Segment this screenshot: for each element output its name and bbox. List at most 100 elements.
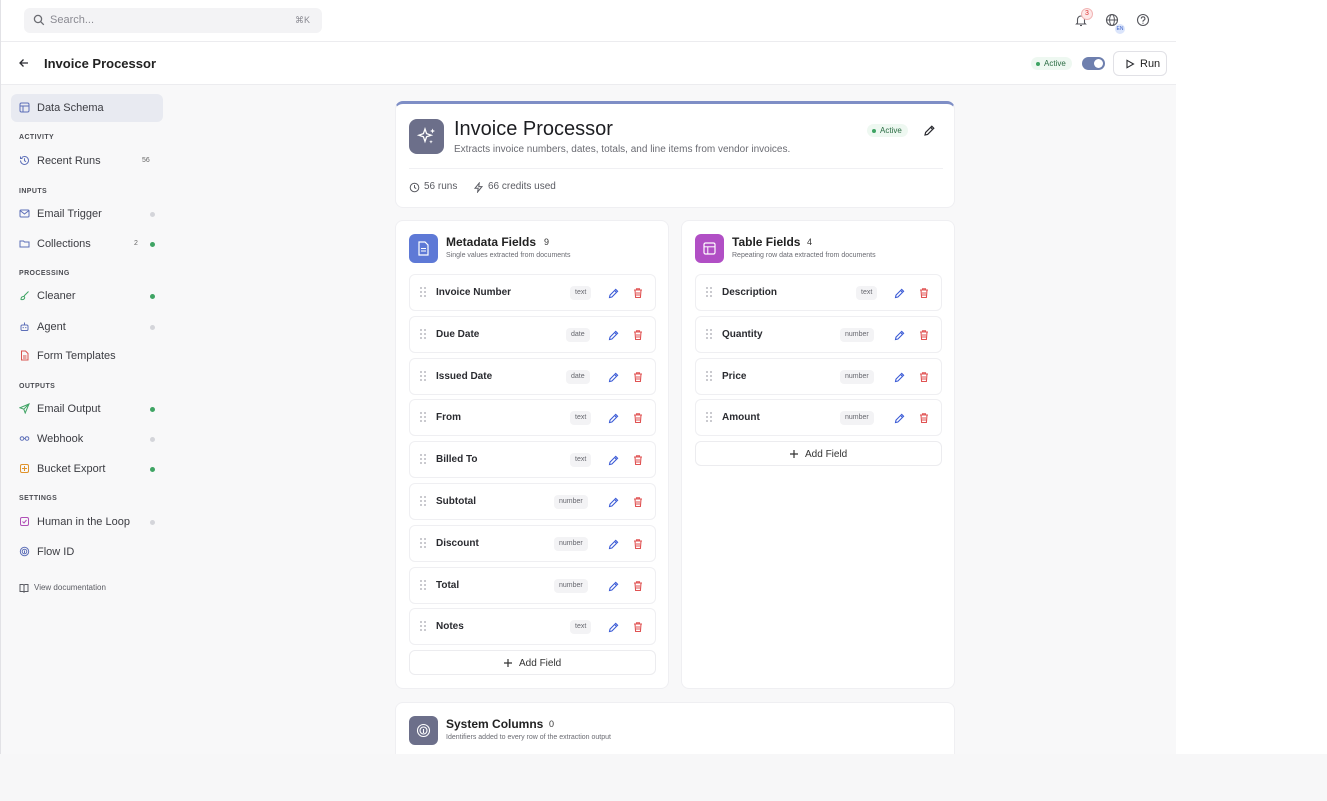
document-icon xyxy=(21,350,29,361)
sidebar-item-label: Cleaner xyxy=(37,290,76,302)
edit-pencil-icon[interactable] xyxy=(894,412,906,424)
sidebar-item-form-templates[interactable]: Form Templates xyxy=(11,342,163,370)
field-row[interactable]: Subtotal number xyxy=(409,483,656,520)
field-row[interactable]: Due Date date xyxy=(409,315,656,353)
trash-icon[interactable] xyxy=(918,287,930,299)
page-title: Invoice Processor xyxy=(44,56,156,71)
edit-pencil-icon[interactable] xyxy=(608,371,620,383)
trash-icon[interactable] xyxy=(632,538,644,550)
edit-pencil-icon[interactable] xyxy=(608,329,620,341)
sidebar-item-email-output[interactable]: Email Output xyxy=(11,395,163,423)
run-label: Run xyxy=(1140,58,1161,70)
sidebar-item-collections[interactable]: Collections 2 xyxy=(11,230,163,258)
drag-handle-icon[interactable] xyxy=(420,496,427,508)
field-row[interactable]: Invoice Number text xyxy=(409,274,656,311)
back-arrow-icon[interactable] xyxy=(18,57,30,69)
field-row[interactable]: From text xyxy=(409,399,656,437)
drag-handle-icon[interactable] xyxy=(420,454,427,466)
trash-icon[interactable] xyxy=(632,454,644,466)
add-field-label: Add Field xyxy=(519,658,562,669)
field-row[interactable]: Issued Date date xyxy=(409,357,656,395)
field-type-badge: number xyxy=(840,369,874,384)
play-icon xyxy=(1126,59,1135,69)
search-box[interactable]: Search... ⌘K xyxy=(24,8,322,33)
sidebar-item-cleaner[interactable]: Cleaner xyxy=(11,282,163,310)
drag-handle-icon[interactable] xyxy=(706,370,713,383)
section-settings: SETTINGS xyxy=(19,495,58,502)
drag-handle-icon[interactable] xyxy=(420,287,427,299)
field-row[interactable]: Description text xyxy=(695,274,942,311)
drag-handle-icon[interactable] xyxy=(420,621,427,633)
help-icon[interactable] xyxy=(1136,13,1150,27)
sidebar-item-email-trigger[interactable]: Email Trigger xyxy=(11,200,163,228)
lightning-icon xyxy=(473,182,484,193)
sidebar-item-human-in-the-loop[interactable]: Human in the Loop xyxy=(11,508,163,536)
drag-handle-icon[interactable] xyxy=(420,412,427,424)
field-type-badge: text xyxy=(856,286,878,300)
processor-logo xyxy=(409,119,444,154)
language-badge: EN xyxy=(1115,24,1125,34)
field-row[interactable]: Notes text xyxy=(409,608,656,646)
trash-icon[interactable] xyxy=(632,371,644,383)
history-icon xyxy=(20,155,29,165)
edit-pencil-icon[interactable] xyxy=(608,412,620,424)
processor-title: Invoice Processor xyxy=(454,118,613,140)
edit-pencil-icon[interactable] xyxy=(608,496,620,508)
sidebar-item-webhook[interactable]: Webhook xyxy=(11,425,163,453)
trash-icon[interactable] xyxy=(632,580,644,592)
edit-pencil-icon[interactable] xyxy=(894,371,906,383)
search-shortcut: ⌘K xyxy=(294,15,310,25)
folder-icon xyxy=(19,240,30,248)
sidebar-item-label: Email Output xyxy=(37,403,101,415)
drag-handle-icon[interactable] xyxy=(706,287,713,299)
trash-icon[interactable] xyxy=(632,621,644,633)
trash-icon[interactable] xyxy=(632,287,644,299)
field-row[interactable]: Quantity number xyxy=(695,315,942,353)
edit-pencil-icon[interactable] xyxy=(608,580,620,592)
drag-handle-icon[interactable] xyxy=(420,328,427,341)
drag-handle-icon[interactable] xyxy=(420,579,427,592)
field-row[interactable]: Amount number xyxy=(695,399,942,437)
edit-pencil-icon[interactable] xyxy=(608,454,620,466)
drag-handle-icon[interactable] xyxy=(706,328,713,341)
search-placeholder: Search... xyxy=(50,14,95,26)
trash-icon[interactable] xyxy=(918,329,930,341)
field-row[interactable]: Price number xyxy=(695,357,942,395)
field-row[interactable]: Discount number xyxy=(409,524,656,562)
sidebar-item-bucket-export[interactable]: Bucket Export xyxy=(11,455,163,483)
edit-pencil-icon[interactable] xyxy=(894,287,906,299)
sidebar-item-agent[interactable]: Agent xyxy=(11,313,163,341)
edit-pencil-icon[interactable] xyxy=(894,329,906,341)
table-icon xyxy=(703,242,716,255)
run-button[interactable]: Run xyxy=(1113,51,1167,76)
sidebar-item-data-schema[interactable]: Data Schema xyxy=(11,94,163,122)
drag-handle-icon[interactable] xyxy=(706,412,713,424)
sidebar-item-flow-id[interactable]: Flow ID xyxy=(11,538,163,566)
trash-icon[interactable] xyxy=(918,412,930,424)
add-metadata-field-button[interactable]: Add Field xyxy=(409,650,656,675)
trash-icon[interactable] xyxy=(632,329,644,341)
sidebar-item-recent-runs[interactable]: Recent Runs 56 xyxy=(11,147,163,175)
edit-pencil-icon[interactable] xyxy=(608,538,620,550)
checklist-icon xyxy=(20,517,29,526)
trash-icon[interactable] xyxy=(632,496,644,508)
add-field-label: Add Field xyxy=(805,449,848,460)
active-toggle[interactable] xyxy=(1082,57,1105,70)
pencil-icon[interactable] xyxy=(923,124,936,137)
field-row[interactable]: Total number xyxy=(409,566,656,604)
add-table-field-button[interactable]: Add Field xyxy=(695,441,942,466)
trash-icon[interactable] xyxy=(918,371,930,383)
plus-icon xyxy=(790,450,798,458)
field-name: Invoice Number xyxy=(436,287,512,298)
drag-handle-icon[interactable] xyxy=(420,370,427,383)
metadata-fields-count: 9 xyxy=(544,237,550,247)
edit-pencil-icon[interactable] xyxy=(608,287,620,299)
trash-icon[interactable] xyxy=(632,412,644,424)
field-row[interactable]: Billed To text xyxy=(409,441,656,479)
runs-count: 56 runs xyxy=(424,181,458,192)
status-dot xyxy=(150,520,155,525)
status-dot xyxy=(150,437,155,442)
drag-handle-icon[interactable] xyxy=(420,537,427,550)
edit-pencil-icon[interactable] xyxy=(608,621,620,633)
system-columns-count: 0 xyxy=(549,719,555,729)
